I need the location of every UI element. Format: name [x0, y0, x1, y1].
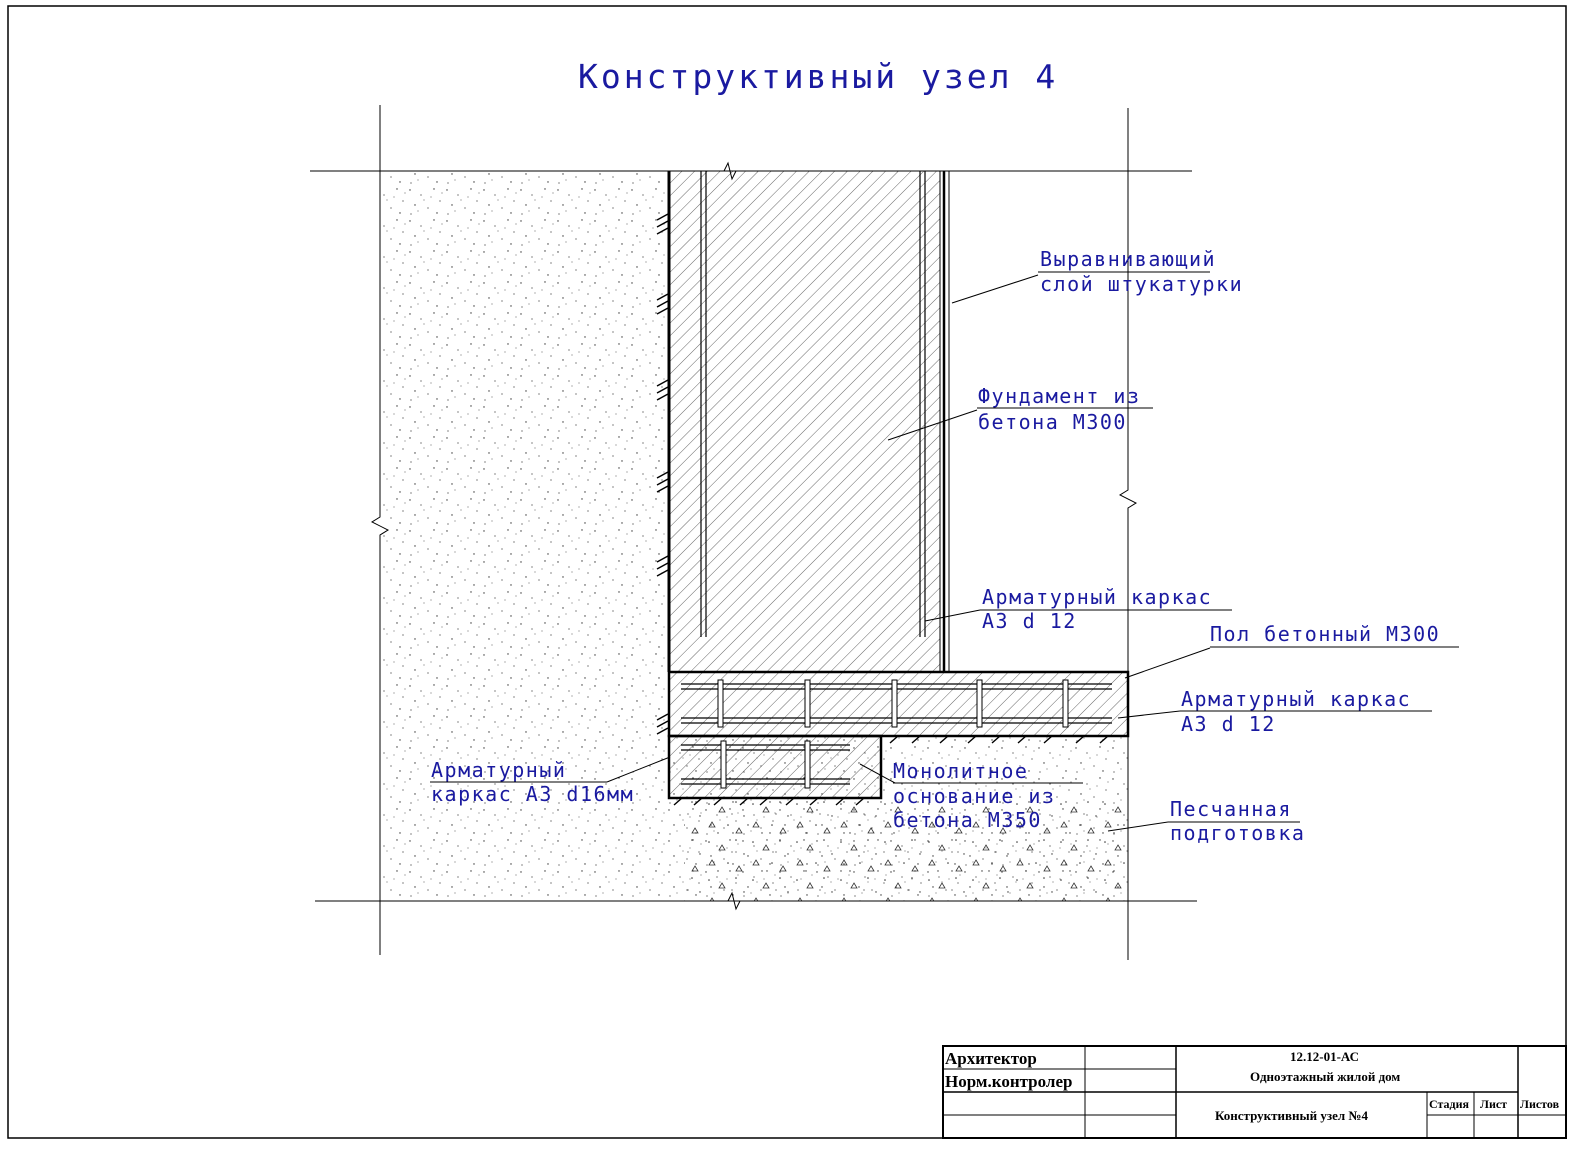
callout-foundation-1: Фундамент из: [978, 384, 1141, 408]
tb-sheets-label: Листов: [1520, 1097, 1560, 1111]
tb-project-name: Одноэтажный жилой дом: [1250, 1069, 1400, 1084]
callout-plaster-1: Выравнивающий: [1040, 247, 1216, 271]
callout-sand-2: подготовка: [1170, 821, 1305, 845]
tb-norm-control-label: Норм.контролер: [945, 1072, 1072, 1091]
callout-monolith-1: Монолитное: [893, 759, 1028, 783]
callout-wall-rebar-2: А3 d 12: [982, 609, 1077, 633]
callout-floor-rebar-1: Арматурный каркас: [1181, 687, 1411, 711]
floor-slab: [667, 670, 1130, 738]
drawing-sheet: Конструктивный узел 4 Выравнивающий слой…: [7, 5, 1567, 1139]
tb-project-code: 12.12-01-АС: [1290, 1049, 1359, 1064]
callout-monolith-3: бетона М350: [893, 808, 1042, 832]
tb-architect-label: Архитектор: [945, 1049, 1037, 1068]
callout-footing-rebar-1: Арматурный: [431, 758, 566, 782]
callout-monolith-2: основание из: [893, 784, 1056, 808]
tb-sheet-label: Лист: [1480, 1097, 1507, 1111]
callout-plaster-2: слой штукатурки: [1040, 272, 1243, 296]
callout-foundation-2: бетона М300: [978, 410, 1127, 434]
callout-wall-rebar-1: Арматурный каркас: [982, 585, 1212, 609]
callout-floor-rebar-2: А3 d 12: [1181, 712, 1276, 736]
tb-stage-label: Стадия: [1429, 1097, 1470, 1111]
callout-sand-1: Песчанная: [1170, 797, 1292, 821]
callout-floor: Пол бетонный М300: [1210, 622, 1440, 646]
callout-footing-rebar-2: каркас А3 d16мм: [431, 782, 634, 806]
drawing-title: Конструктивный узел 4: [578, 57, 1058, 96]
foundation-wall: [669, 171, 940, 672]
tb-sheet-name: Конструктивный узел №4: [1215, 1108, 1369, 1123]
